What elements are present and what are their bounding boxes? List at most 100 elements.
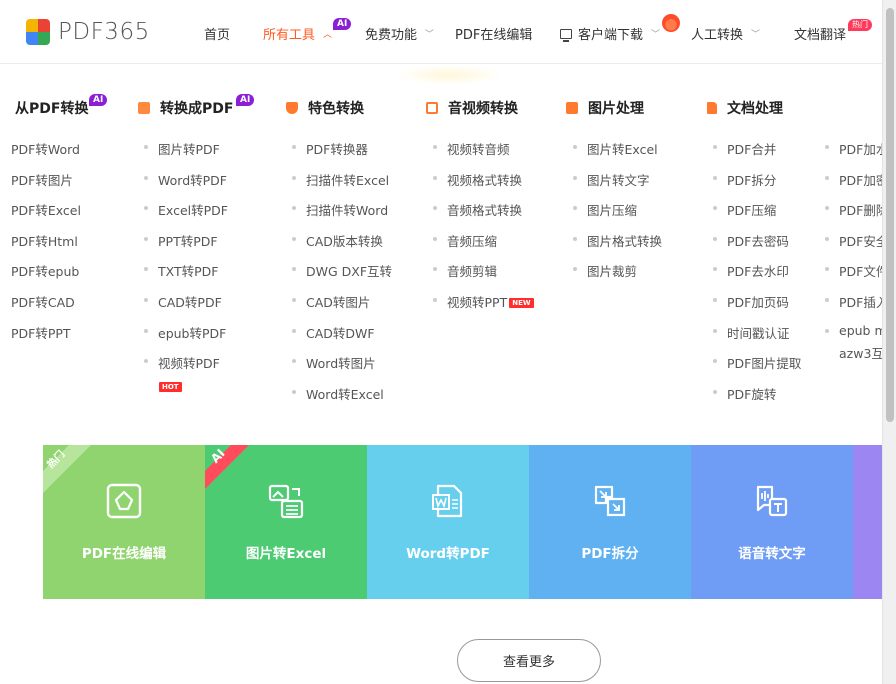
nav-home[interactable]: 首页 (204, 24, 230, 43)
nav-doc-translate[interactable]: 文档翻译 (794, 24, 846, 43)
menu-item[interactable]: PDF加水 (825, 139, 882, 158)
menu-column-title-text: 从PDF转换 (15, 101, 89, 117)
nav-client-download[interactable]: 客户端下载 ﹀ (560, 24, 660, 43)
menu-item[interactable]: PDF转Excel (11, 200, 81, 219)
menu-item[interactable]: CAD转DWF (292, 323, 375, 342)
menu-item-label: PDF转CAD (11, 295, 75, 310)
menu-item-label: 时间戳认证 (727, 326, 790, 341)
menu-item[interactable]: PDF转epub (11, 261, 79, 280)
menu-item-label: DWG DXF互转 (306, 264, 393, 279)
menu-item[interactable]: Word转图片 (292, 353, 376, 372)
menu-column-title: 特色转换 (286, 98, 364, 118)
menu-item-label: epub转PDF (158, 326, 227, 341)
tile-label: Word转PDF (406, 546, 490, 562)
vertical-scrollbar[interactable] (882, 0, 896, 684)
menu-item[interactable]: PPT转PDF (144, 231, 218, 250)
scrollbar-thumb[interactable] (886, 8, 894, 422)
menu-item[interactable]: 图片转Excel (573, 139, 658, 158)
menu-item[interactable]: Word转PDF (144, 170, 227, 189)
menu-item-label: PDF插入 (839, 295, 882, 310)
menu-item[interactable]: PDF文件 (825, 261, 882, 280)
video-icon (426, 102, 438, 114)
menu-item[interactable]: 视频转PPT NEW (433, 292, 534, 311)
menu-item[interactable]: PDF压缩 (713, 200, 777, 219)
menu-item[interactable]: PDF旋转 (713, 384, 776, 403)
menu-item[interactable]: PDF拆分 (713, 170, 776, 189)
menu-item-label: azw3互 (839, 346, 882, 361)
menu-item-label: PDF文件 (839, 264, 882, 279)
menu-item[interactable]: 音频格式转换 (433, 200, 522, 219)
menu-item[interactable]: PDF图片提取 (713, 353, 801, 372)
menu-item-label: PDF转换器 (306, 142, 368, 157)
menu-item[interactable]: PDF转CAD (11, 292, 75, 311)
menu-item[interactable]: CAD版本转换 (292, 231, 383, 250)
chevron-down-icon: ﹀ (651, 30, 661, 40)
menu-item[interactable]: epub转PDF (144, 323, 227, 342)
menu-item[interactable]: 扫描件转Excel (292, 170, 389, 189)
tile-image-to-excel[interactable]: 图片转Excel AI (205, 445, 367, 599)
menu-item[interactable]: PDF插入 (825, 292, 882, 311)
menu-item[interactable]: PDF转换器 (292, 139, 368, 158)
menu-item[interactable]: epub m (825, 323, 882, 338)
menu-item[interactable]: PDF转图片 (11, 170, 73, 189)
tile-speech-to-text[interactable]: 语音转文字 (691, 445, 853, 599)
menu-item-label: 视频格式转换 (447, 173, 523, 188)
menu-item-label: 视频转音频 (447, 142, 510, 157)
nav-manual-convert[interactable]: 人工转换 ﹀ (691, 24, 760, 43)
menu-item[interactable]: azw3互 (839, 343, 882, 362)
menu-item[interactable]: PDF安全 (825, 231, 882, 250)
menu-item[interactable]: PDF加密 (825, 170, 882, 189)
menu-item[interactable]: PDF加页码 (713, 292, 789, 311)
menu-item[interactable]: 图片压缩 (573, 200, 637, 219)
menu-item[interactable]: 时间戳认证 (713, 323, 790, 342)
menu-item[interactable]: PDF去水印 (713, 261, 789, 280)
menu-item[interactable]: CAD转PDF (144, 292, 222, 311)
menu-item-label: PDF删除 (839, 203, 882, 218)
menu-item-label: PDF压缩 (727, 203, 777, 218)
menu-item[interactable]: Excel转PDF (144, 200, 228, 219)
glow-decoration (395, 65, 505, 85)
menu-item[interactable]: PDF转PPT (11, 323, 71, 342)
menu-item[interactable]: PDF转Word (11, 139, 80, 158)
main-nav: 首页 所有工具 ︿ AI 免费功能 ﹀ PDF在线编辑 客户端下载 ﹀ 人工转换… (0, 0, 882, 64)
menu-item[interactable]: 图片格式转换 (573, 231, 662, 250)
menu-item-label: CAD转图片 (306, 295, 371, 310)
menu-item[interactable]: 视频转PDF (144, 353, 220, 372)
tile-pdf-split[interactable]: PDF拆分 (529, 445, 691, 599)
nav-pdf-online-edit[interactable]: PDF在线编辑 (455, 24, 532, 43)
menu-item[interactable]: DWG DXF互转 (292, 261, 393, 280)
nav-all-tools[interactable]: 所有工具 ︿ (263, 24, 332, 43)
menu-item[interactable]: PDF转Html (11, 231, 78, 250)
menu-item[interactable]: PDF删除 (825, 200, 882, 219)
menu-item[interactable]: TXT转PDF (144, 261, 218, 280)
convert-icon (138, 102, 150, 114)
menu-item-label: 音频剪辑 (447, 264, 498, 279)
nav-all-tools-label: 所有工具 (263, 28, 316, 43)
tile-word-to-pdf[interactable]: Word转PDF (367, 445, 529, 599)
chevron-down-icon: ﹀ (425, 30, 435, 40)
menu-item-label: PDF合并 (727, 142, 777, 157)
tile-more-clipped[interactable] (853, 445, 882, 599)
menu-item[interactable]: 图片转PDF (144, 139, 220, 158)
menu-item[interactable]: Word转Excel (292, 384, 384, 403)
tile-pdf-online-edit[interactable]: PDF在线编辑 热门 (43, 445, 205, 599)
speech-text-icon (756, 485, 788, 517)
menu-column-title-text: 转换成PDF (160, 101, 234, 117)
menu-item[interactable]: 视频转音频 (433, 139, 510, 158)
menu-column-title-text: 特色转换 (308, 101, 364, 117)
menu-item[interactable]: 视频格式转换 (433, 170, 523, 189)
menu-item[interactable]: 图片转文字 (573, 170, 650, 189)
menu-item[interactable]: PDF去密码 (713, 231, 789, 250)
menu-item[interactable]: 音频压缩 (433, 231, 497, 250)
tile-label: PDF拆分 (581, 546, 639, 562)
menu-item[interactable]: CAD转图片 (292, 292, 371, 311)
menu-item-label: 图片转Excel (587, 142, 658, 157)
nav-free-features[interactable]: 免费功能 ﹀ (365, 24, 434, 43)
menu-item[interactable]: PDF合并 (713, 139, 777, 158)
menu-item[interactable]: 扫描件转Word (292, 200, 388, 219)
menu-item[interactable]: 音频剪辑 (433, 261, 498, 280)
menu-item[interactable]: 图片裁剪 (573, 261, 637, 280)
menu-item-label: Excel转PDF (158, 203, 228, 218)
menu-item-label: 图片转文字 (587, 173, 650, 188)
view-more-button[interactable]: 查看更多 (457, 639, 601, 682)
